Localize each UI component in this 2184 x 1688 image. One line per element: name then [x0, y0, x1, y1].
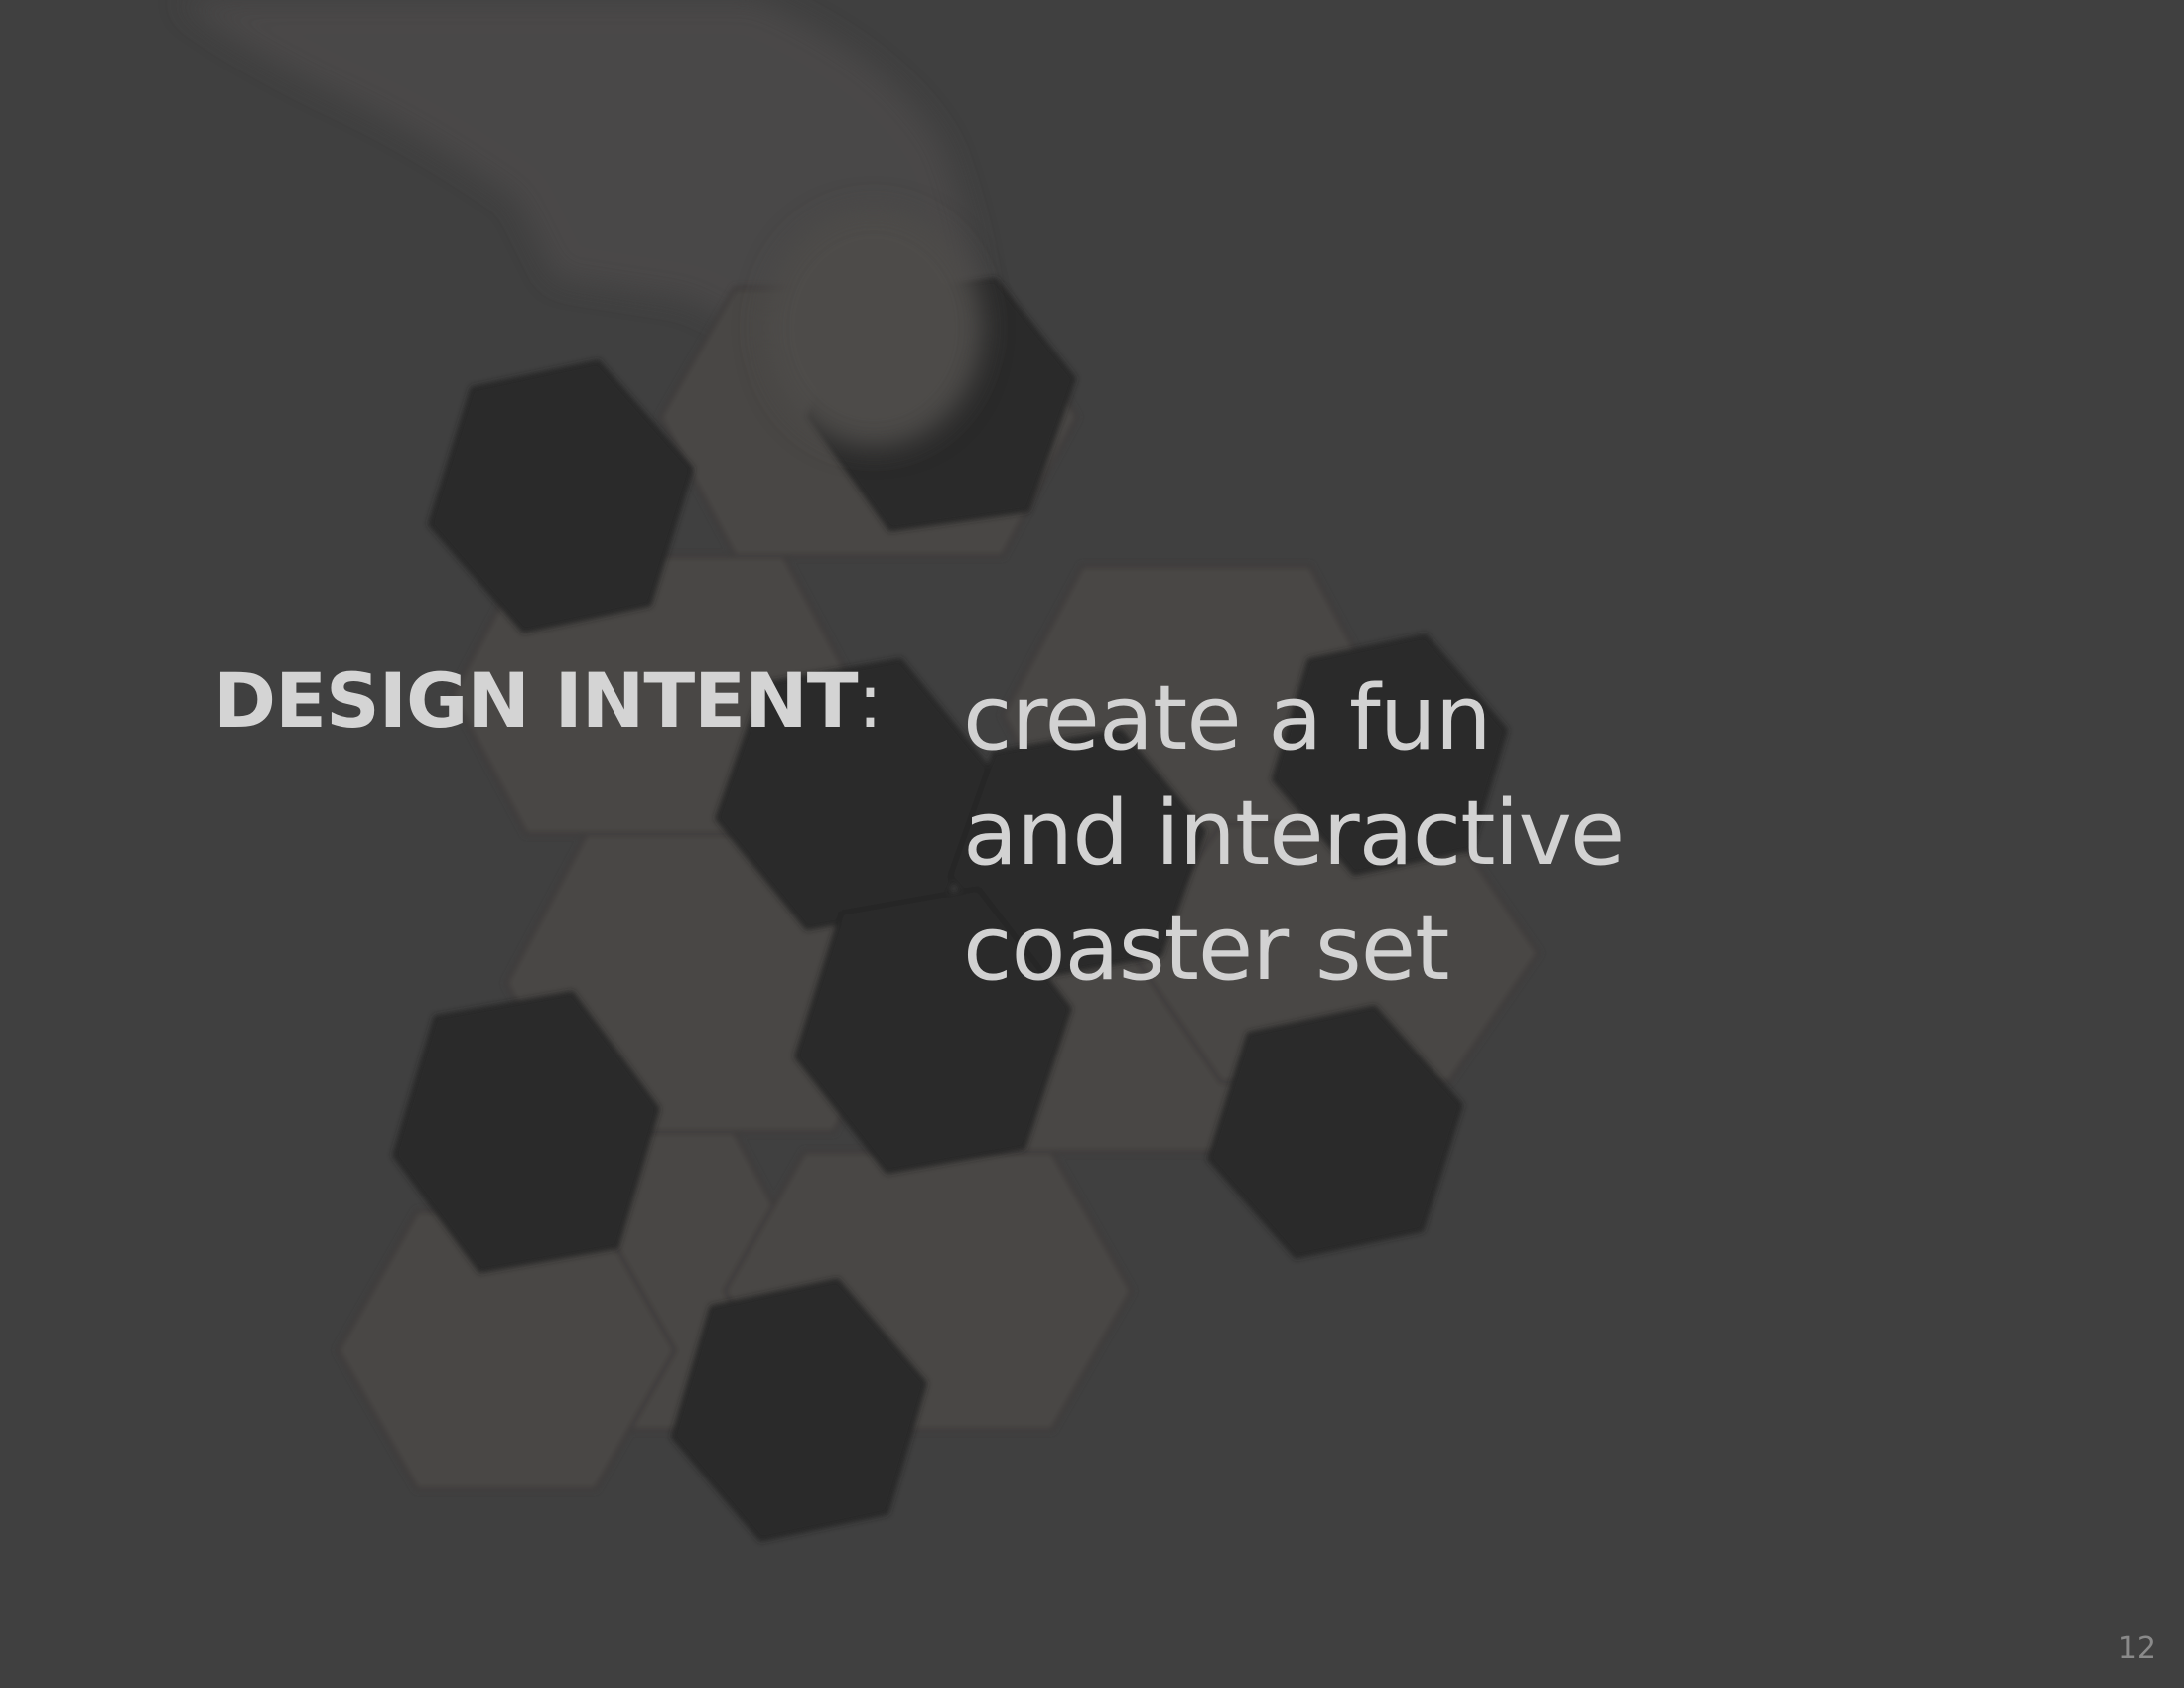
intent-line-2: and interactive: [963, 781, 1625, 886]
intent-line-1: create a fun: [963, 666, 1492, 771]
heading-colon: :: [857, 656, 884, 745]
design-intent-statement: create a fun and interactive coaster set: [963, 661, 1625, 1007]
finger-tip: [764, 209, 983, 447]
design-intent-heading: DESIGN INTENT:: [213, 663, 883, 739]
intent-line-3: coaster set: [963, 897, 1449, 1001]
slide: DESIGN INTENT: create a fun and interact…: [0, 0, 2184, 1688]
page-number: 12: [2117, 1631, 2156, 1666]
heading-label: DESIGN INTENT: [213, 656, 859, 745]
